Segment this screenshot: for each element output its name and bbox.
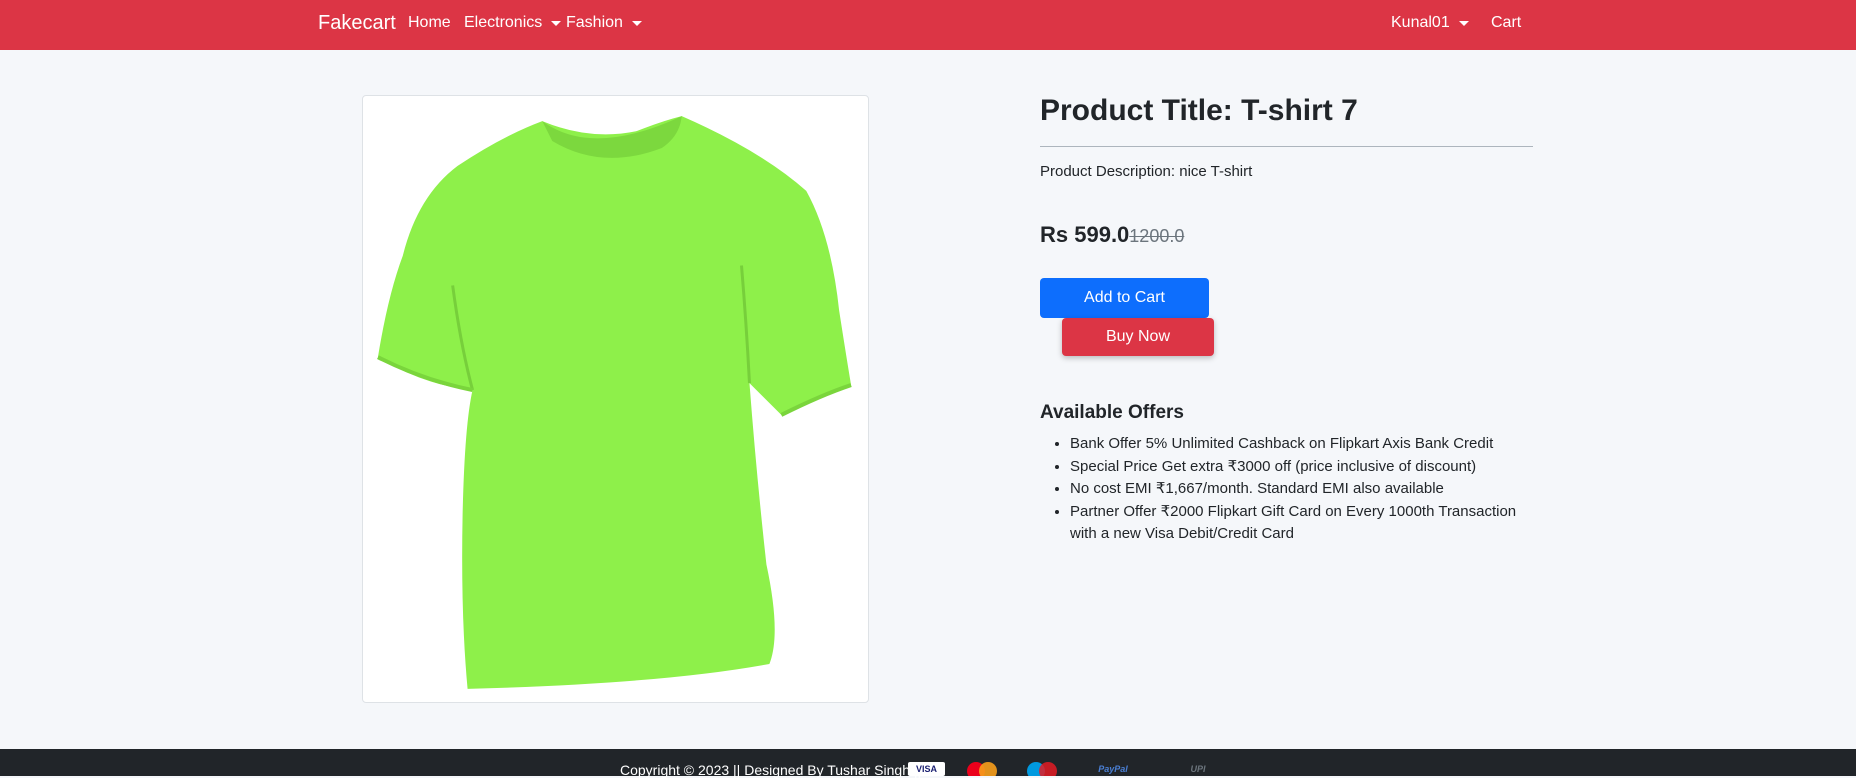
nav-electronics-dropdown[interactable]: Electronics <box>464 14 562 32</box>
offers-list: Bank Offer 5% Unlimited Cashback on Flip… <box>1040 433 1530 546</box>
product-title: Product Title: T-shirt 7 <box>1040 94 1358 127</box>
product-description: Product Description: nice T-shirt <box>1040 163 1253 180</box>
list-item: Bank Offer 5% Unlimited Cashback on Flip… <box>1070 433 1530 456</box>
list-item: Partner Offer ₹2000 Flipkart Gift Card o… <box>1070 501 1530 546</box>
maestro-icon <box>1027 762 1057 776</box>
chevron-down-icon <box>1458 20 1469 26</box>
maestro-logo <box>1022 762 1062 776</box>
mastercard-icon <box>967 762 997 776</box>
offers-heading: Available Offers <box>1040 402 1184 423</box>
footer: Copyright © 2023 || Designed By Tushar S… <box>0 749 1856 778</box>
nav-cart[interactable]: Cart <box>1491 14 1521 32</box>
list-item: Special Price Get extra ₹3000 off (price… <box>1070 456 1530 479</box>
product-image-card <box>362 95 869 703</box>
product-price: Rs 599.01200.0 <box>1040 222 1184 248</box>
nav-fashion-dropdown[interactable]: Fashion <box>566 14 642 32</box>
mastercard-logo <box>962 762 1002 776</box>
upi-logo: UPI <box>1190 764 1206 774</box>
navbar: Fakecart Home Electronics Fashion Kunal0… <box>0 0 1856 50</box>
nav-home-label: Home <box>408 14 451 31</box>
nav-user-label: Kunal01 <box>1391 14 1450 31</box>
nav-user-dropdown[interactable]: Kunal01 <box>1391 14 1469 32</box>
buy-now-button[interactable]: Buy Now <box>1062 318 1214 356</box>
brand-link[interactable]: Fakecart <box>318 12 396 35</box>
nav-cart-label: Cart <box>1491 14 1522 31</box>
nav-home[interactable]: Home <box>408 14 451 32</box>
nav-electronics-label: Electronics <box>464 14 543 31</box>
visa-logo: VISA <box>908 762 945 776</box>
tshirt-image <box>377 116 852 689</box>
divider <box>1040 146 1533 147</box>
nav-fashion-label: Fashion <box>566 14 623 31</box>
chevron-down-icon <box>551 20 562 26</box>
paypal-logo: PayPal <box>1098 764 1128 774</box>
current-price: Rs 599.0 <box>1040 222 1130 247</box>
original-price: 1200.0 <box>1129 226 1185 246</box>
list-item: No cost EMI ₹1,667/month. Standard EMI a… <box>1070 478 1530 501</box>
chevron-down-icon <box>631 20 642 26</box>
add-to-cart-button[interactable]: Add to Cart <box>1040 278 1209 318</box>
